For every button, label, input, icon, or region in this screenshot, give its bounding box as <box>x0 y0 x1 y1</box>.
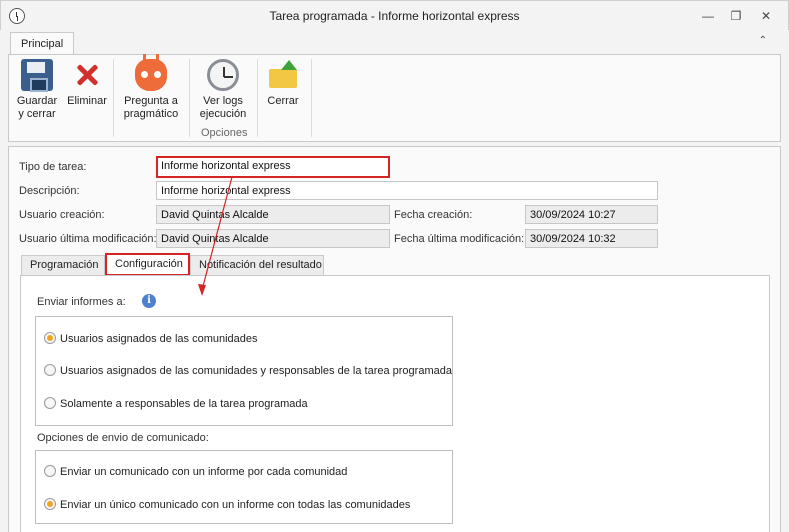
ribbon-separator <box>257 59 258 137</box>
ribbon-separator <box>113 59 114 137</box>
radio-communique-option[interactable]: Enviar un comunicado con un informe por … <box>44 465 347 478</box>
ribbon: Guardar y cerrar Eliminar Pregunta a pra… <box>8 54 781 142</box>
tab-configuracion[interactable]: Configuración <box>105 253 190 276</box>
delete-button[interactable]: Eliminar <box>65 59 109 108</box>
created-user-label: Usuario creación: <box>19 209 105 221</box>
logs-label-1: Ver logs <box>203 95 243 107</box>
robot-antenna <box>156 54 159 62</box>
radio-label: Usuarios asignados de las comunidades y … <box>60 365 452 377</box>
logs-label-2: ejecución <box>199 108 247 120</box>
main-content: Tipo de tarea: Informe horizontal expres… <box>8 146 781 532</box>
ribbon-tab-principal[interactable]: Principal <box>10 32 75 55</box>
minimize-button[interactable]: — <box>697 7 719 25</box>
radio-send-option[interactable]: Solamente a responsables de la tarea pro… <box>44 397 308 410</box>
task-type-label: Tipo de tarea: <box>19 161 87 173</box>
folder-exit-icon <box>267 59 299 91</box>
communique-options-group: Enviar un comunicado con un informe por … <box>35 450 453 524</box>
communique-options-label: Opciones de envio de comunicado: <box>37 432 209 444</box>
radio-label: Enviar un comunicado con un informe por … <box>60 466 348 478</box>
radio-label: Enviar un único comunicado con un inform… <box>60 499 411 511</box>
radio-label: Usuarios asignados de las comunidades <box>60 333 258 345</box>
delete-x-icon <box>71 59 103 91</box>
radio-communique-option[interactable]: Enviar un único comunicado con un inform… <box>44 498 410 511</box>
tab-programacion[interactable]: Programación <box>21 255 105 275</box>
modified-date-field: 30/09/2024 10:32 <box>525 229 658 248</box>
radio-button[interactable] <box>44 397 56 409</box>
clock-icon <box>207 59 239 91</box>
close-label: Cerrar <box>267 95 299 107</box>
ask-label-2: pragmático <box>123 108 179 120</box>
created-date-label: Fecha creación: <box>394 209 473 221</box>
radio-button[interactable] <box>44 332 56 344</box>
ribbon-separator <box>189 59 190 137</box>
radio-button[interactable] <box>44 465 56 477</box>
ask-pragmatico-button[interactable]: Pregunta a pragmático <box>119 54 183 121</box>
description-field[interactable]: Informe horizontal express <box>156 181 658 200</box>
robot-antenna <box>143 54 146 62</box>
task-type-field[interactable]: Informe horizontal express <box>156 156 390 178</box>
close-button[interactable]: Cerrar <box>263 59 303 108</box>
save-label-1: Guardar <box>16 95 58 107</box>
title-bar: Tarea programada - Informe horizontal ex… <box>0 0 789 30</box>
configuration-panel: Enviar informes a: i Usuarios asignados … <box>20 275 770 532</box>
delete-label: Eliminar <box>67 95 107 107</box>
radio-label: Solamente a responsables de la tarea pro… <box>60 398 308 410</box>
created-user-field: David Quintas Alcalde <box>156 205 390 224</box>
window-title: Tarea programada - Informe horizontal ex… <box>269 9 520 23</box>
tab-notificacion[interactable]: Notificación del resultado <box>190 255 324 275</box>
info-icon[interactable]: i <box>142 294 156 308</box>
radio-send-option[interactable]: Usuarios asignados de las comunidades y … <box>44 364 452 377</box>
ribbon-tab-strip: Principal ⌃ <box>0 30 789 55</box>
save-and-close-button[interactable]: Guardar y cerrar <box>15 59 59 121</box>
modified-date-label: Fecha última modificación: <box>394 233 525 245</box>
ribbon-group-label: Opciones <box>201 127 248 139</box>
send-reports-label: Enviar informes a: <box>37 296 126 308</box>
radio-send-option[interactable]: Usuarios asignados de las comunidades <box>44 332 258 345</box>
floppy-disk-icon <box>21 59 53 92</box>
radio-button[interactable] <box>44 498 56 510</box>
collapse-ribbon-icon[interactable]: ⌃ <box>759 35 767 46</box>
robot-assistant-icon <box>135 54 167 91</box>
ribbon-separator <box>311 59 312 137</box>
modified-user-label: Usuario última modificación: <box>19 233 157 245</box>
send-reports-group: Usuarios asignados de las comunidades Us… <box>35 316 453 426</box>
view-logs-button[interactable]: Ver logs ejecución <box>195 59 251 121</box>
description-label: Descripción: <box>19 185 80 197</box>
modified-user-field: David Quintas Alcalde <box>156 229 390 248</box>
save-label-2: y cerrar <box>18 108 56 120</box>
ask-label-1: Pregunta a <box>124 95 178 107</box>
created-date-field: 30/09/2024 10:27 <box>525 205 658 224</box>
close-window-button[interactable]: ✕ <box>755 7 777 25</box>
radio-button[interactable] <box>44 364 56 376</box>
restore-button[interactable]: ❐ <box>725 7 747 25</box>
